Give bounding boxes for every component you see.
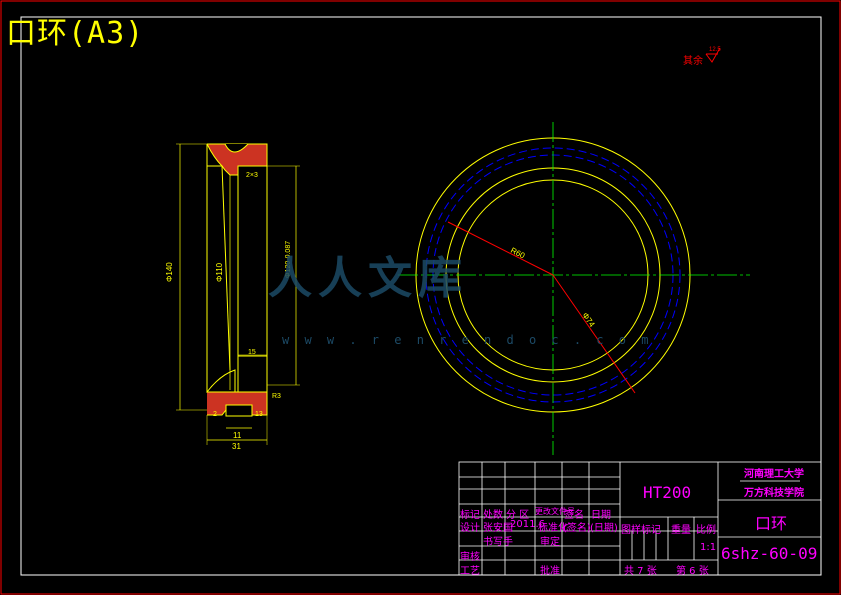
roughness-note: 其余: [683, 56, 703, 67]
dim-diameter: Φ74: [580, 311, 596, 329]
dim-chamfer-1: 2: [213, 411, 217, 418]
watermark-url: w w w . r e n r e n d o c . c o m: [282, 333, 653, 347]
dim-total-width: 31: [232, 442, 241, 451]
tb-drawing-no: 6shz-60-09: [721, 544, 818, 563]
tb-part-name: 口环: [755, 514, 788, 533]
dim-bore-dia: Φ110: [215, 262, 224, 282]
roughness-value: 12.5: [709, 47, 721, 53]
dim-chamfer-2: 13: [255, 411, 263, 418]
tb-std-date: (日期): [590, 523, 618, 534]
tb-stage-label: 图样标记: [621, 525, 661, 536]
tb-process: 工艺: [460, 566, 480, 577]
roughness-symbol: 12.5: [705, 47, 721, 63]
tb-design: 设计: [460, 523, 480, 534]
tb-school-line1: 河南理工大学: [744, 469, 804, 480]
tb-weight-label: 重量: [671, 525, 691, 536]
dim-flange-width: 15: [248, 349, 256, 356]
tb-review: 审定: [540, 537, 560, 548]
dim-outer-dia: Φ140: [165, 262, 174, 282]
dim-radius: R60: [509, 246, 527, 261]
watermark-logo: 人人文库: [268, 253, 468, 304]
tb-approve: 批准: [540, 566, 560, 577]
tb-scale: 1:1: [700, 542, 717, 553]
dim-groove-width: 11: [233, 431, 242, 440]
tb-draft: 书写手: [483, 537, 513, 548]
tb-sheet-no: 第 6 张: [676, 566, 709, 577]
drawing-title: 口环(A3): [6, 16, 145, 51]
dim-chamfer-3: 2×3: [246, 172, 258, 179]
tb-school-line2: 万方科技学院: [744, 488, 804, 499]
tb-design-by: 张安国: [483, 523, 513, 534]
tb-sheets-total: 共 7 张: [624, 566, 657, 577]
tb-material: HT200: [643, 483, 692, 502]
tb-scale-label: 比例: [696, 525, 716, 536]
dim-chamfer-4: R3: [272, 393, 281, 400]
tb-std-sign: (签名): [563, 523, 591, 534]
tb-check: 审核: [460, 552, 480, 563]
